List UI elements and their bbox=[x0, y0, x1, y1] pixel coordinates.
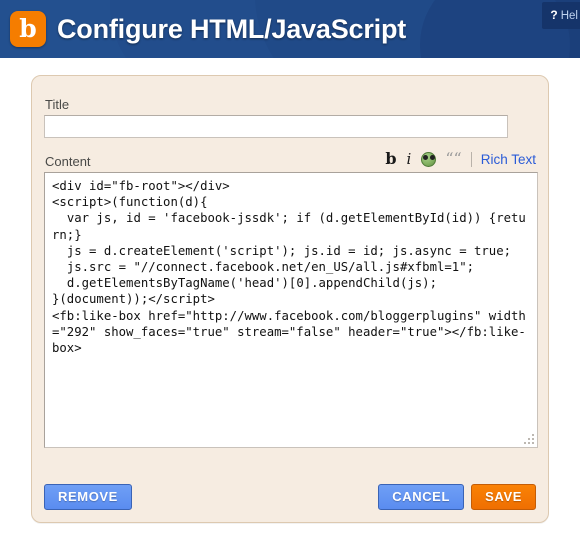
configure-widget-panel: Title Content b i ““ Rich Text <div id="… bbox=[31, 75, 549, 523]
cancel-button[interactable]: CANCEL bbox=[378, 484, 464, 510]
italic-icon[interactable]: i bbox=[406, 151, 413, 167]
page-title: Configure HTML/JavaScript bbox=[57, 14, 407, 44]
blockquote-icon[interactable]: ““ bbox=[445, 151, 461, 167]
title-input[interactable] bbox=[44, 115, 508, 138]
save-button[interactable]: SAVE bbox=[471, 484, 536, 510]
toolbar-divider bbox=[470, 151, 472, 167]
formatting-toolbar: b i ““ Rich Text bbox=[385, 150, 536, 168]
help-link[interactable]: ? Hel bbox=[542, 2, 580, 29]
content-field-label: Content bbox=[45, 154, 91, 169]
remove-button[interactable]: REMOVE bbox=[44, 484, 132, 510]
emoticon-icon[interactable] bbox=[421, 151, 437, 167]
dialog-header: b Configure HTML/JavaScript ? Hel bbox=[0, 0, 580, 58]
blogger-logo-icon: b bbox=[10, 11, 46, 47]
blogger-logo-letter: b bbox=[19, 14, 37, 43]
rich-text-link[interactable]: Rich Text bbox=[481, 152, 536, 167]
question-mark-icon: ? bbox=[550, 8, 558, 22]
title-field-label: Title bbox=[45, 97, 70, 112]
content-editor-wrapper: <div id="fb-root"></div> <script>(functi… bbox=[44, 172, 538, 448]
help-link-label: Hel bbox=[560, 10, 578, 22]
bold-icon[interactable]: b bbox=[385, 151, 396, 167]
content-textarea[interactable]: <div id="fb-root"></div> <script>(functi… bbox=[44, 172, 538, 448]
